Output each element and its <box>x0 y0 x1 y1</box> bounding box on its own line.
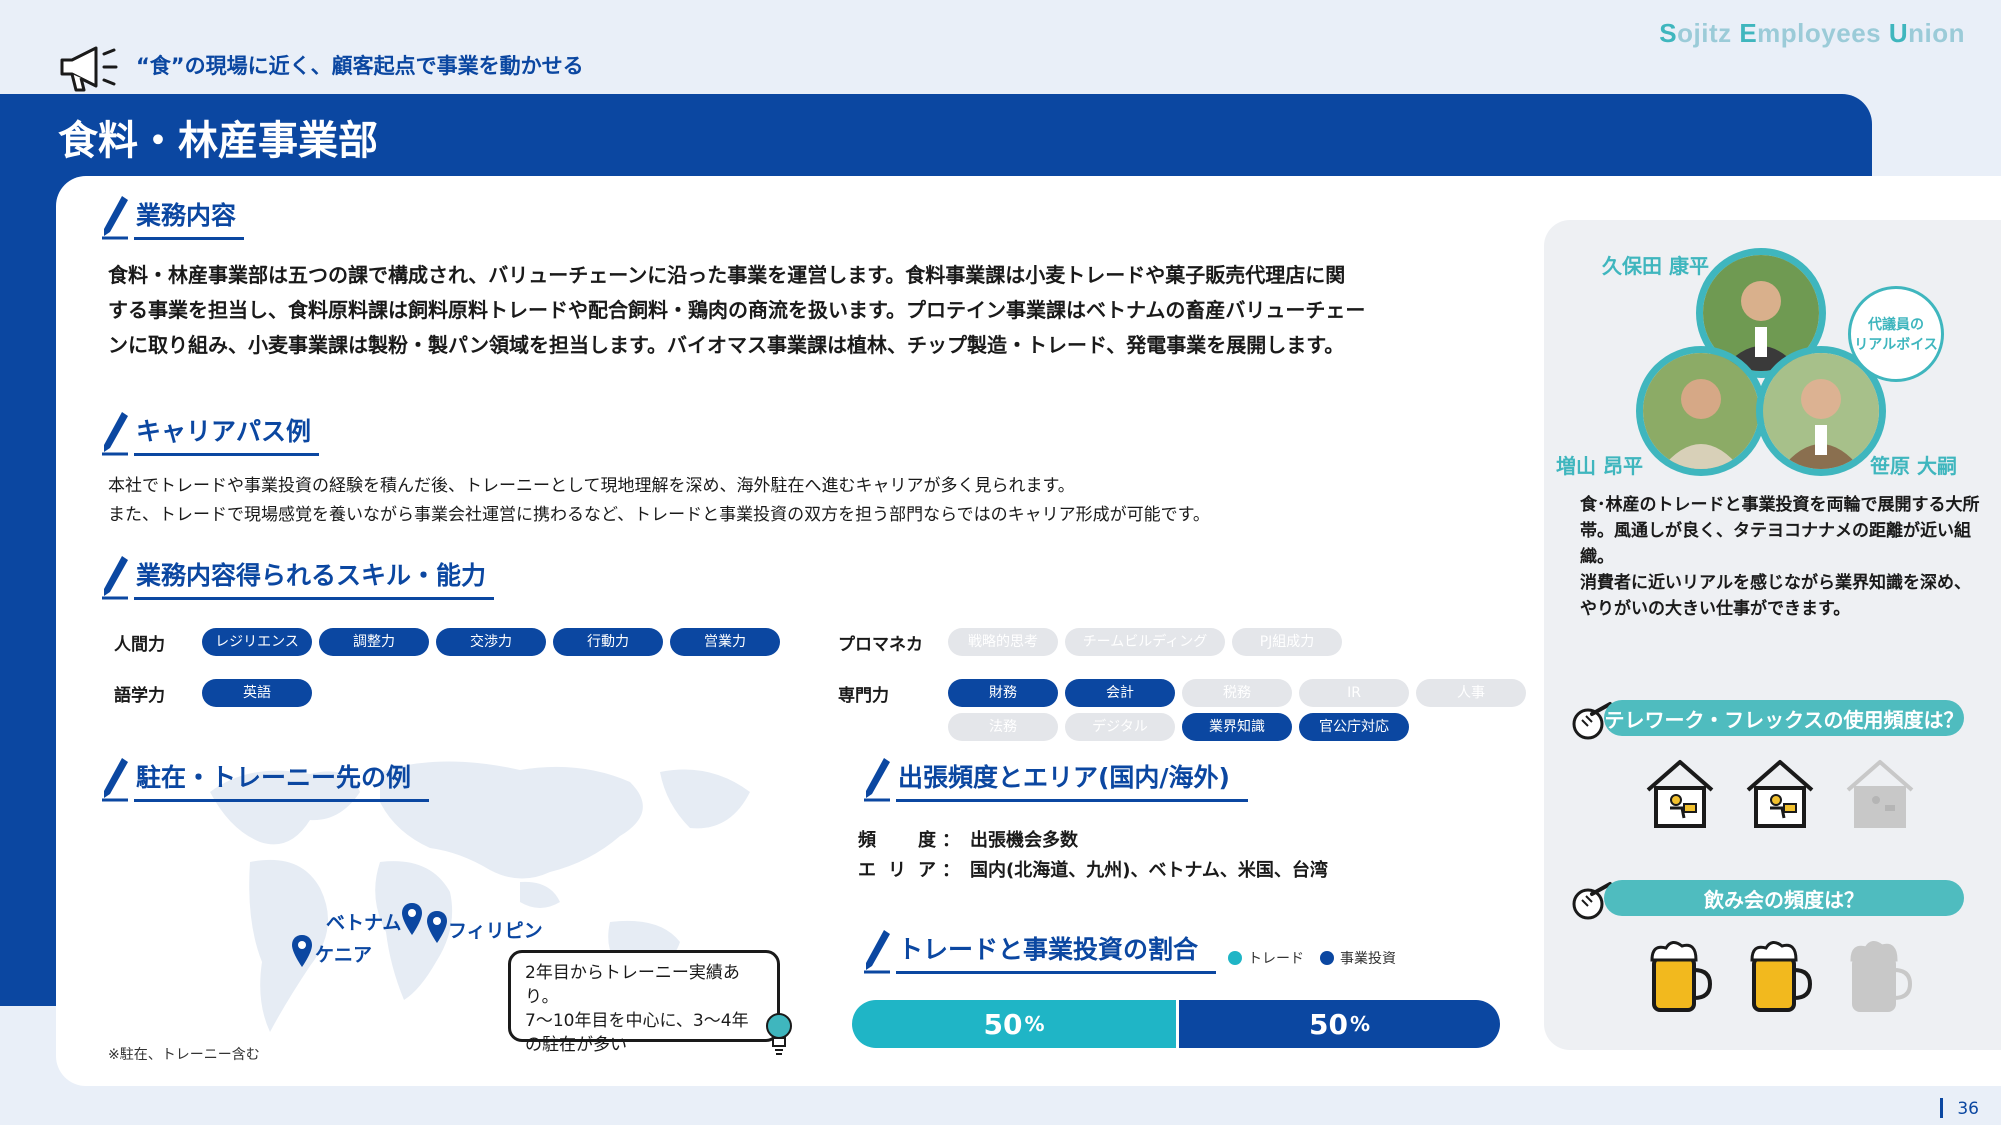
section-title: トレードと事業投資の割合 <box>896 935 1217 974</box>
section-title: 駐在・トレーニー先の例 <box>134 763 430 802</box>
house-icon-inactive <box>1840 752 1920 832</box>
avatar <box>1636 346 1766 476</box>
section-title: 出張頻度とエリア(国内/海外) <box>896 763 1248 802</box>
section-heading-ratio: トレードと事業投資の割合 <box>862 928 1217 974</box>
skill-pill: 英語 <box>202 679 312 707</box>
skill-category: 語学力 <box>114 685 165 706</box>
house-icon-active <box>1740 752 1820 832</box>
skill-pill: 戦略的思考 <box>948 628 1058 656</box>
ratio-segment-trade: 50% <box>852 1000 1176 1048</box>
pin-label-kenya: ケニア <box>315 944 373 966</box>
career-description: 本社でトレードや事業投資の経験を積んだ後、トレーニーとして現地理解を深め、海外駐… <box>108 476 1210 525</box>
legend-dot-trade <box>1228 951 1242 965</box>
map-pin-icon <box>292 935 312 967</box>
pen-icon <box>102 412 128 456</box>
person-name: 増山 昂平 <box>1556 454 1643 478</box>
skill-pill: 法務 <box>948 713 1058 741</box>
pen-icon <box>102 758 128 802</box>
pen-icon <box>102 196 128 240</box>
question-telework: テレワーク・フレックスの使用頻度は？ <box>1604 700 1964 736</box>
skill-group-expertise-row2: 法務 デジタル 業界知識 官公庁対応 <box>948 713 1416 741</box>
trip-area: エリア：国内(北海道、九州)、ベトナム、米国、台湾 <box>858 860 1328 881</box>
section-heading-trip: 出張頻度とエリア(国内/海外) <box>862 756 1248 802</box>
trip-frequency: 頻 度：出張機会多数 <box>858 830 1078 851</box>
skill-pill: IR <box>1299 679 1409 707</box>
house-icon-active <box>1640 752 1720 832</box>
skill-group-expertise-row1: 専門力 財務 会計 税務 IR 人事 <box>838 679 1533 707</box>
skill-pill: 行動力 <box>553 628 663 656</box>
ratio-legend: トレード 事業投資 <box>1228 948 1396 968</box>
section-heading-career: キャリアパス例 <box>100 410 320 456</box>
section-heading-skills: 業務内容得られるスキル・能力 <box>100 554 495 600</box>
footnote: ※駐在、トレーニー含む <box>108 1047 260 1063</box>
skill-pill: 官公庁対応 <box>1299 713 1409 741</box>
question-drinking: 飲み会の頻度は？ <box>1604 880 1964 916</box>
skill-pill: PJ組成力 <box>1232 628 1342 656</box>
skill-pill: 会計 <box>1065 679 1175 707</box>
business-description: 食料・林産事業部は五つの課で構成され、バリューチェーンに沿った事業を運営します。… <box>108 263 1366 357</box>
ratio-segment-invest: 50% <box>1176 1000 1500 1048</box>
beer-mug-icon-active <box>1740 936 1820 1016</box>
section-title: 業務内容得られるスキル・能力 <box>134 561 495 600</box>
brand-logo-text: Sojitz Employees Union <box>1659 18 1965 48</box>
skill-pill: 財務 <box>948 679 1058 707</box>
legend-dot-invest <box>1320 951 1334 965</box>
skill-pill: デジタル <box>1065 713 1175 741</box>
megaphone-icon <box>60 46 118 92</box>
map-pin-icon <box>427 911 447 943</box>
skill-pill: チームビルディング <box>1065 628 1225 656</box>
skill-pill: 税務 <box>1182 679 1292 707</box>
pen-icon <box>864 930 890 974</box>
person-name: 久保田 康平 <box>1602 254 1709 278</box>
beer-mug-icon-active <box>1640 936 1720 1016</box>
lightbulb-icon <box>766 1013 792 1055</box>
person-name: 笹原 大嗣 <box>1870 454 1957 478</box>
section-title: キャリアパス例 <box>134 417 320 456</box>
skill-pill: 人事 <box>1416 679 1526 707</box>
pen-icon <box>102 556 128 600</box>
map-pin-icon <box>402 903 422 935</box>
skill-group-human: 人間力 レジリエンス 調整力 交渉力 行動力 営業力 <box>114 628 787 656</box>
skill-pill: 調整力 <box>319 628 429 656</box>
tagline: “食”の現場に近く、顧客起点で事業を動かせる <box>136 54 584 78</box>
pin-label-vietnam: ベトナム <box>326 912 402 934</box>
skill-group-pm: プロマネカ 戦略的思考 チームビルディング PJ組成力 <box>838 628 1349 656</box>
trainee-callout: 2年目からトレーニー実績あり。 7～10年目を中心に、3～4年 の駐在が多い <box>508 950 780 1055</box>
skill-pill: 業界知識 <box>1182 713 1292 741</box>
legend-label-invest: 事業投資 <box>1340 951 1396 967</box>
real-voice-bubble: 代議員の リアルボイス <box>1848 286 1944 382</box>
legend-label-trade: トレード <box>1248 951 1304 967</box>
skill-category: 人間力 <box>114 634 165 655</box>
real-voice-text: 食･林産のトレードと事業投資を両輪で展開する大所 帯。風通しが良く、タテヨコナナ… <box>1580 495 1980 619</box>
skill-group-language: 語学力 英語 <box>114 679 319 707</box>
skill-category: 専門力 <box>838 685 889 706</box>
skill-category: プロマネカ <box>838 634 923 655</box>
skill-pill: 交渉力 <box>436 628 546 656</box>
section-title: 業務内容 <box>134 201 245 240</box>
pin-label-philippines: フィリピン <box>448 920 543 942</box>
ratio-bar: 50% 50% <box>852 1000 1500 1048</box>
pen-icon <box>864 758 890 802</box>
page-number: 36 <box>1940 1098 1979 1119</box>
skill-pill: レジリエンス <box>202 628 312 656</box>
section-heading-trainee: 駐在・トレーニー先の例 <box>100 756 430 802</box>
page-title: 食料・林産事業部 <box>58 118 378 164</box>
beer-mug-icon-inactive <box>1840 936 1920 1016</box>
section-heading-business: 業務内容 <box>100 194 245 240</box>
skill-pill: 営業力 <box>670 628 780 656</box>
